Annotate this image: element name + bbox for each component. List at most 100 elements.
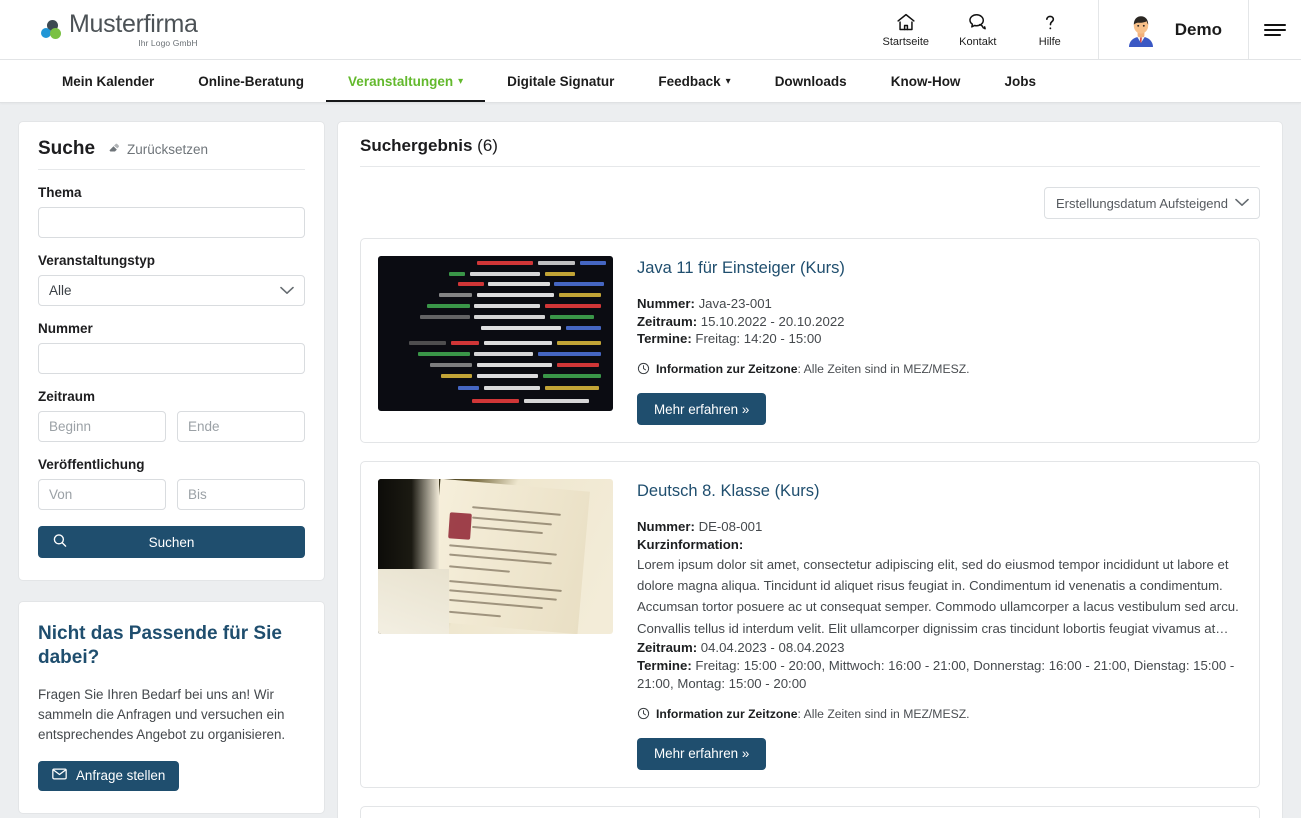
veroeffentlichung-label: Veröffentlichung: [38, 457, 145, 472]
termine-value: Freitag: 14:20 - 15:00: [695, 331, 822, 347]
mehr-erfahren-button[interactable]: Mehr erfahren »: [637, 737, 767, 770]
result-zeitraum-row: Zeitraum: 04.04.2023 - 08.04.2023: [637, 639, 1241, 657]
zeitraum-beginn-input[interactable]: [38, 411, 166, 442]
result-title[interactable]: Deutsch 8. Klasse (Kurs): [637, 482, 1241, 502]
nummer-input[interactable]: [38, 343, 305, 374]
reset-label: Zurücksetzen: [127, 141, 209, 157]
promo-panel: Nicht das Passende für Sie dabei? Fragen…: [18, 601, 325, 814]
nav-item-veranstaltungen[interactable]: Veranstaltungen ▾: [326, 60, 486, 102]
veroeffentlichung-bis-input[interactable]: [177, 479, 305, 510]
nummer-label: Nummer: [38, 321, 93, 336]
nav-label: Jobs: [1004, 73, 1036, 89]
eraser-icon: [107, 141, 121, 157]
timezone-text: Information zur Zeitzone: Alle Zeiten si…: [656, 707, 970, 721]
page-content: Suche Zurücksetzen Thema Veranstaltungst: [0, 103, 1301, 818]
nav-item-digitale-signatur[interactable]: Digitale Signatur: [485, 60, 636, 102]
clock-icon: [637, 362, 650, 378]
zeitraum-label: Zeitraum:: [637, 640, 698, 656]
sidebar: Suche Zurücksetzen Thema Veranstaltungst: [18, 121, 325, 818]
search-header: Suche Zurücksetzen: [38, 138, 305, 170]
anfrage-stellen-button[interactable]: Anfrage stellen: [38, 760, 180, 791]
zeitraum-value: 15.10.2022 - 20.10.2022: [700, 313, 845, 329]
nav-item-feedback[interactable]: Feedback ▾: [636, 60, 752, 102]
search-submit-label: Suchen: [148, 534, 195, 550]
timezone-bold: Information zur Zeitzone: [656, 706, 798, 721]
result-nummer-row: Nummer: Java-23-001: [637, 295, 1241, 313]
nav-label: Online-Beratung: [198, 73, 305, 89]
chevron-down-icon: ▾: [458, 76, 464, 87]
reset-search-button[interactable]: Zurücksetzen: [107, 141, 208, 157]
result-body: Deutsch 8. Klasse (Kurs) Nummer: DE-08-0…: [637, 479, 1241, 770]
result-kurzinfo-label: Kurzinformation:: [637, 536, 1241, 554]
veranstaltungstyp-select-wrap: [38, 275, 305, 306]
app-page: Musterfirma Ihr Logo GmbH Startseite Kon…: [0, 0, 1301, 818]
results-list: Java 11 für Einsteiger (Kurs) Nummer: Ja…: [360, 238, 1260, 818]
timezone-note: Information zur Zeitzone: Alle Zeiten si…: [637, 362, 1241, 378]
thema-label: Thema: [38, 185, 82, 200]
nav-item-online-beratung[interactable]: Online-Beratung: [176, 60, 326, 102]
question-icon: [1040, 12, 1060, 33]
sort-select-wrap: [1044, 187, 1260, 219]
nav-label: Know-How: [890, 73, 961, 89]
top-header: Musterfirma Ihr Logo GmbH Startseite Kon…: [0, 0, 1301, 60]
logo-subtitle: Ihr Logo GmbH: [138, 37, 198, 48]
logo-text: Musterfirma Ihr Logo GmbH: [69, 11, 198, 48]
main-column: Suchergebnis (6) Erstellungsdatum Aufste…: [337, 121, 1283, 818]
nav-label: Feedback: [658, 73, 721, 89]
nav-label: Mein Kalender: [62, 73, 155, 89]
result-termine-row: Termine: Freitag: 15:00 - 20:00, Mittwoc…: [637, 657, 1241, 693]
zeitraum-label: Zeitraum:: [637, 313, 698, 329]
nav-label: Downloads: [774, 73, 847, 89]
timezone-rest: : Alle Zeiten sind in MEZ/MESZ.: [797, 706, 970, 721]
result-thumbnail-code-screen-photo: [378, 256, 613, 411]
user-name: Demo: [1174, 19, 1222, 39]
sort-select[interactable]: [1044, 187, 1260, 219]
timezone-rest: : Alle Zeiten sind in MEZ/MESZ.: [797, 362, 970, 377]
mehr-erfahren-button[interactable]: Mehr erfahren »: [637, 393, 767, 426]
result-item[interactable]: Java 11 für Einsteiger (Kurs) Nummer: Ja…: [360, 238, 1260, 444]
header-right: Startseite Kontakt Hilfe Demo: [870, 0, 1301, 59]
zeitraum-range: [38, 411, 305, 442]
logo[interactable]: Musterfirma Ihr Logo GmbH: [0, 0, 300, 59]
header-icon-group: Startseite Kontakt Hilfe: [870, 0, 1098, 59]
result-item[interactable]: Deutsch 8. Klasse (Kurs) Nummer: DE-08-0…: [360, 461, 1260, 788]
nav-item-know-how[interactable]: Know-How: [869, 60, 983, 102]
results-count: (6): [477, 136, 498, 155]
search-panel: Suche Zurücksetzen Thema Veranstaltungst: [18, 121, 325, 581]
chat-icon: [966, 12, 989, 33]
result-nummer-row: Nummer: DE-08-001: [637, 518, 1241, 536]
veranstaltungstyp-select[interactable]: [38, 275, 305, 306]
header-action-startseite[interactable]: Startseite: [870, 12, 942, 48]
nav-label: Digitale Signatur: [507, 73, 615, 89]
result-title[interactable]: Java 11 für Einsteiger (Kurs): [637, 259, 1241, 279]
nav-item-jobs[interactable]: Jobs: [982, 60, 1058, 102]
nummer-label: Nummer:: [637, 295, 695, 311]
zeitraum-label: Zeitraum: [38, 389, 96, 404]
zeitraum-value: 04.04.2023 - 08.04.2023: [700, 640, 845, 656]
sort-row: [360, 167, 1260, 219]
user-menu[interactable]: Demo: [1097, 0, 1249, 59]
result-meta: Nummer: DE-08-001 Kurzinformation: Lorem…: [637, 518, 1241, 693]
thema-input[interactable]: [38, 207, 305, 238]
search-submit-button[interactable]: Suchen: [38, 526, 305, 558]
promo-button-label: Anfrage stellen: [76, 768, 166, 784]
kurzinfo-label: Kurzinformation:: [637, 536, 744, 552]
zeitraum-ende-input[interactable]: [177, 411, 305, 442]
termine-label: Termine:: [637, 657, 692, 673]
header-action-kontakt[interactable]: Kontakt: [942, 12, 1014, 48]
result-meta: Nummer: Java-23-001 Zeitraum: 15.10.2022…: [637, 295, 1241, 348]
result-item[interactable]: S K A C H O R N A H R N: [360, 805, 1260, 818]
result-zeitraum-row: Zeitraum: 15.10.2022 - 20.10.2022: [637, 313, 1241, 331]
results-title-text: Suchergebnis: [360, 136, 473, 155]
main-navigation: Mein Kalender Online-Beratung Veranstalt…: [0, 60, 1301, 103]
nav-item-downloads[interactable]: Downloads: [753, 60, 869, 102]
result-termine-row: Termine: Freitag: 14:20 - 15:00: [637, 330, 1241, 348]
header-action-hilfe[interactable]: Hilfe: [1014, 12, 1086, 48]
result-kurzinfo-text: Lorem ipsum dolor sit amet, consectetur …: [637, 556, 1239, 636]
termine-value: Freitag: 15:00 - 20:00, Mittwoch: 16:00 …: [637, 657, 1235, 691]
termine-label: Termine:: [637, 331, 692, 347]
veroeffentlichung-von-input[interactable]: [38, 479, 166, 510]
nav-item-mein-kalender[interactable]: Mein Kalender: [40, 60, 176, 102]
nummer-value: DE-08-001: [698, 519, 763, 535]
hamburger-menu-icon[interactable]: [1249, 0, 1301, 59]
